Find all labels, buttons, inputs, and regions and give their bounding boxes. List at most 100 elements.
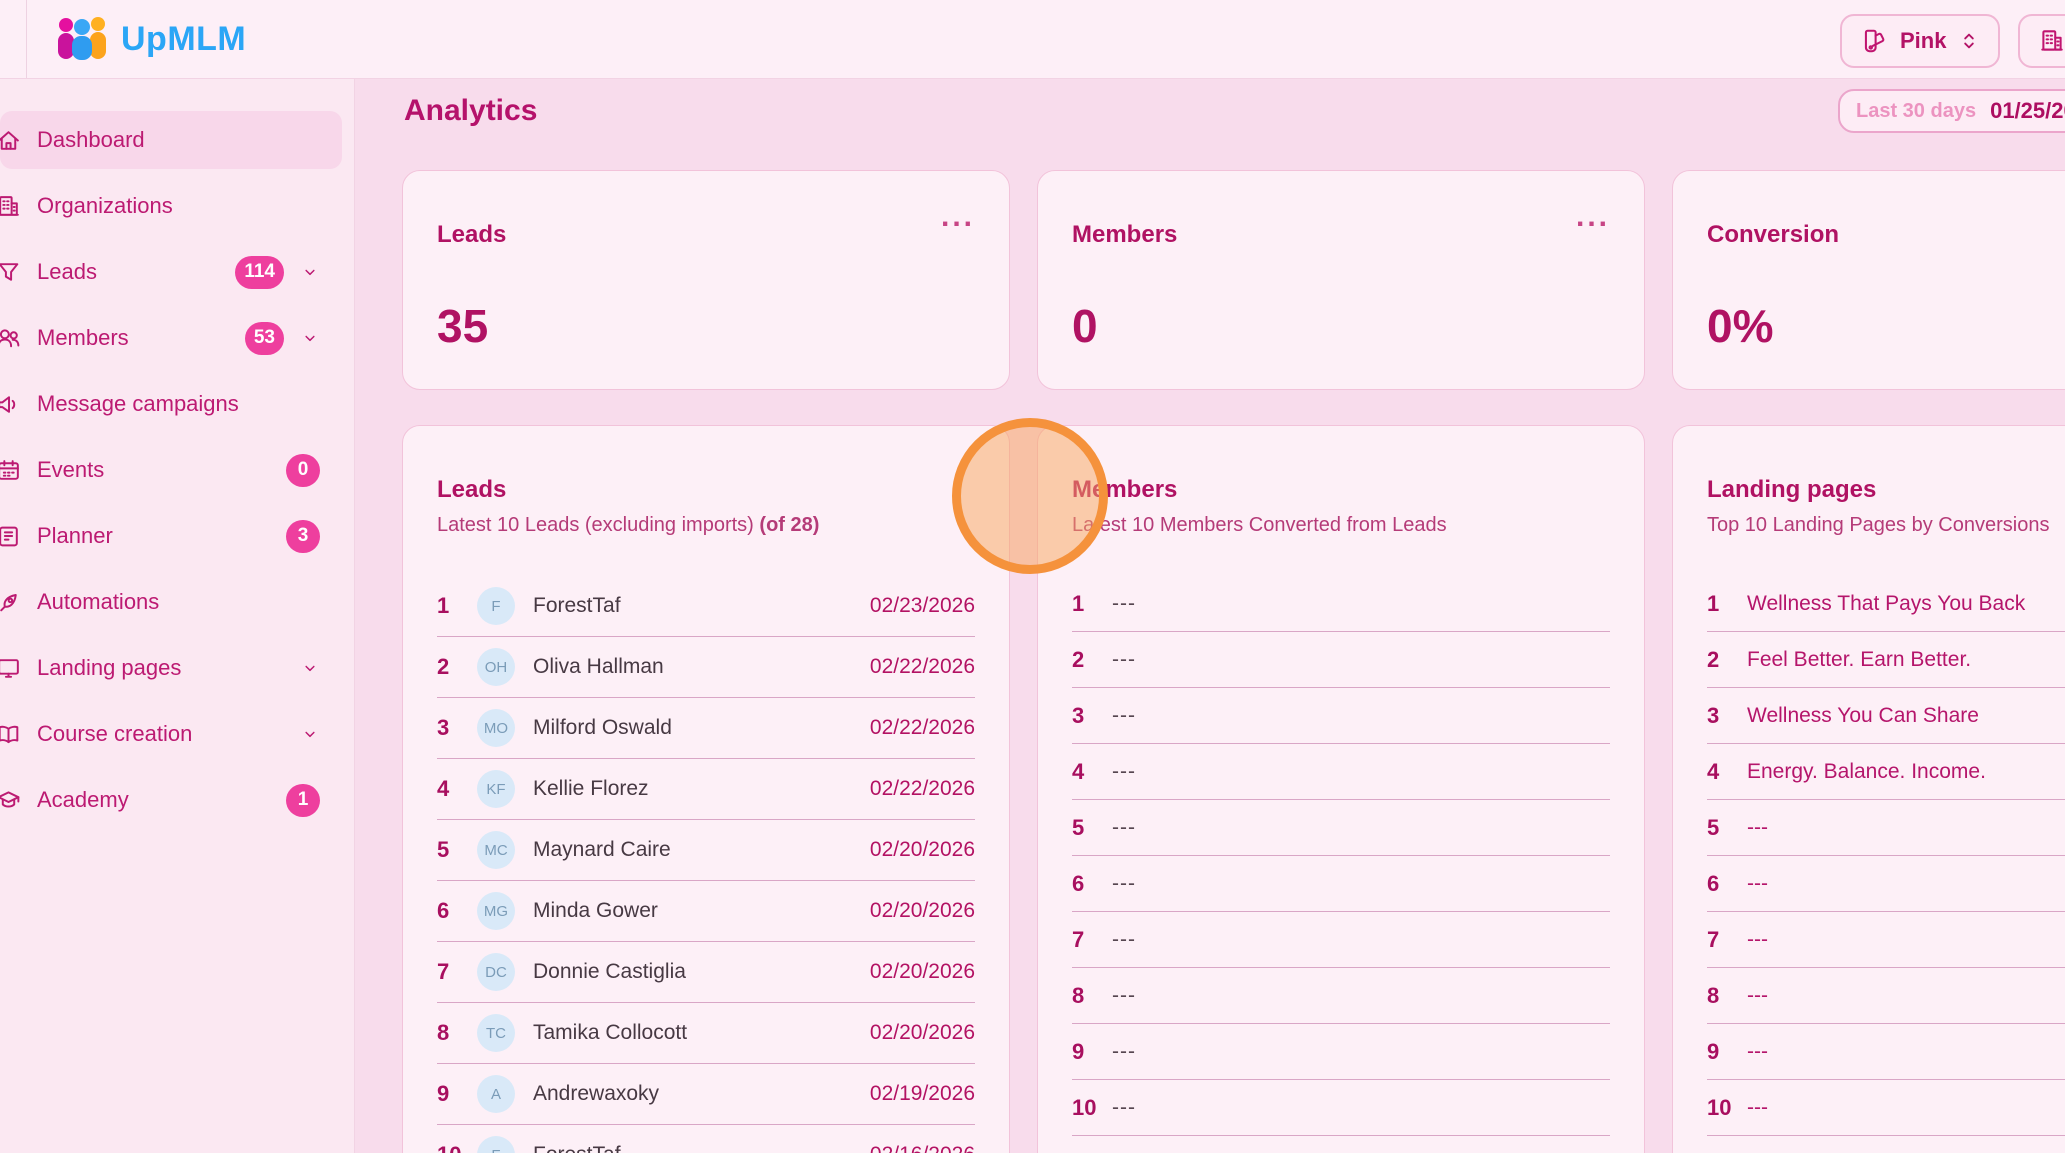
lead-name: Milford Oswald (533, 716, 672, 740)
building-icon (0, 193, 22, 220)
theme-select-value: Pink (1900, 28, 1946, 54)
member-row: 4--- (1072, 744, 1610, 800)
sidebar-item-automations[interactable]: Automations (0, 573, 342, 631)
landing-page-title[interactable]: Wellness You Can Share (1747, 704, 1979, 728)
avatar: F (477, 587, 515, 625)
lead-row[interactable]: 2OHOliva Hallman02/22/2026 (437, 637, 975, 698)
lead-row[interactable]: 9AAndrewaxoky02/19/2026 (437, 1064, 975, 1125)
row-number: 8 (437, 1020, 477, 1046)
row-number: 3 (1707, 703, 1747, 729)
home-icon (0, 127, 22, 154)
lead-row[interactable]: 6MGMinda Gower02/20/2026 (437, 881, 975, 942)
row-number: 6 (1707, 871, 1747, 897)
list-card-leads: LeadsLatest 10 Leads (excluding imports)… (402, 425, 1010, 1153)
lead-row[interactable]: 3MOMilford Oswald02/22/2026 (437, 698, 975, 759)
list-rows: 1---2---3---4---5---6---7---8---9---10--… (1072, 576, 1610, 1136)
landing-page-title[interactable]: --- (1747, 1096, 1768, 1120)
sidebar-item-events[interactable]: Events0 (0, 441, 342, 499)
member-row: 9--- (1072, 1024, 1610, 1080)
sidebar-item-label: Dashboard (37, 127, 320, 153)
row-number: 4 (437, 776, 477, 802)
lead-date: 02/20/2026 (870, 838, 975, 862)
list-rows: 1Wellness That Pays You Back2Feel Better… (1707, 576, 2065, 1136)
member-placeholder: --- (1112, 984, 1136, 1008)
sidebar-item-label: Planner (37, 523, 286, 549)
avatar: MC (477, 831, 515, 869)
avatar: OH (477, 648, 515, 686)
landing-page-row[interactable]: 2Feel Better. Earn Better. (1707, 632, 2065, 688)
sidebar-item-landing-pages[interactable]: Landing pages (0, 639, 342, 697)
header-actions: Pink U (1840, 14, 2065, 68)
row-number: 3 (1072, 703, 1112, 729)
app-logo[interactable]: UpMLM (55, 16, 246, 62)
date-range-preset: Last 30 days (1856, 100, 1976, 123)
landing-page-row[interactable]: 3Wellness You Can Share (1707, 688, 2065, 744)
chevron-down-icon[interactable] (300, 262, 320, 282)
sidebar-item-dashboard[interactable]: Dashboard (0, 111, 342, 169)
landing-page-row[interactable]: 8--- (1707, 968, 2065, 1024)
sidebar-item-members[interactable]: Members53 (0, 309, 342, 367)
landing-page-title[interactable]: --- (1747, 816, 1768, 840)
row-number: 4 (1072, 759, 1112, 785)
landing-page-title[interactable]: --- (1747, 928, 1768, 952)
row-number: 9 (437, 1081, 477, 1107)
member-placeholder: --- (1112, 816, 1136, 840)
landing-page-row[interactable]: 9--- (1707, 1024, 2065, 1080)
sidebar-item-message-campaigns[interactable]: Message campaigns (0, 375, 342, 433)
ellipsis-menu-icon[interactable]: ... (941, 207, 975, 227)
lead-row[interactable]: 10FForestTaf02/16/2026 (437, 1125, 975, 1153)
lead-row[interactable]: 5MCMaynard Caire02/20/2026 (437, 820, 975, 881)
member-placeholder: --- (1112, 1040, 1136, 1064)
row-number: 3 (437, 715, 477, 741)
stat-card-leads: Leads...35 (402, 170, 1010, 390)
landing-page-title[interactable]: --- (1747, 872, 1768, 896)
chevron-down-icon[interactable] (300, 658, 320, 678)
chevron-down-icon[interactable] (300, 328, 320, 348)
sidebar: Dashboard Organizations Leads114 Members53 M… (0, 79, 355, 1153)
landing-page-title[interactable]: --- (1747, 984, 1768, 1008)
chevron-down-icon[interactable] (300, 724, 320, 744)
landing-page-row[interactable]: 4Energy. Balance. Income. (1707, 744, 2065, 800)
row-number: 5 (1707, 815, 1747, 841)
sidebar-item-organizations[interactable]: Organizations (0, 177, 342, 235)
date-range-button[interactable]: Last 30 days 01/25/20 (1838, 89, 2065, 133)
lead-row[interactable]: 8TCTamika Collocott02/20/2026 (437, 1003, 975, 1064)
count-badge: 0 (286, 454, 320, 487)
landing-page-title[interactable]: --- (1747, 1040, 1768, 1064)
avatar: F (477, 1136, 515, 1153)
row-number: 2 (437, 654, 477, 680)
landing-page-title[interactable]: Wellness That Pays You Back (1747, 592, 2025, 616)
lead-row[interactable]: 1FForestTaf02/23/2026 (437, 576, 975, 637)
landing-page-row[interactable]: 7--- (1707, 912, 2065, 968)
sidebar-item-planner[interactable]: Planner3 (0, 507, 342, 565)
lead-date: 02/20/2026 (870, 899, 975, 923)
landing-page-title[interactable]: Energy. Balance. Income. (1747, 760, 1986, 784)
organization-button[interactable]: U (2018, 14, 2065, 68)
lead-name: Minda Gower (533, 899, 658, 923)
sidebar-item-label: Events (37, 457, 286, 483)
theme-select-button[interactable]: Pink (1840, 14, 2000, 68)
landing-page-row[interactable]: 5--- (1707, 800, 2065, 856)
landing-page-row[interactable]: 1Wellness That Pays You Back (1707, 576, 2065, 632)
landing-page-row[interactable]: 6--- (1707, 856, 2065, 912)
sidebar-item-academy[interactable]: Academy1 (0, 771, 342, 829)
avatar: DC (477, 953, 515, 991)
count-badge: 1 (286, 784, 320, 817)
landing-page-title[interactable]: Feel Better. Earn Better. (1747, 648, 1971, 672)
lead-date: 02/22/2026 (870, 655, 975, 679)
rocket-icon (0, 589, 22, 616)
lead-row[interactable]: 7DCDonnie Castiglia02/20/2026 (437, 942, 975, 1003)
row-number: 6 (437, 898, 477, 924)
book-icon (0, 721, 22, 748)
list-card-subtitle: Latest 10 Leads (excluding imports) (of … (437, 514, 819, 537)
landing-page-row[interactable]: 10--- (1707, 1080, 2065, 1136)
lead-row[interactable]: 4KFKellie Florez02/22/2026 (437, 759, 975, 820)
member-placeholder: --- (1112, 648, 1136, 672)
list-card-subtitle: Latest 10 Members Converted from Leads (1072, 514, 1447, 537)
row-number: 8 (1707, 983, 1747, 1009)
sidebar-item-leads[interactable]: Leads114 (0, 243, 342, 301)
row-number: 5 (437, 837, 477, 863)
lead-name: Kellie Florez (533, 777, 649, 801)
sidebar-item-course-creation[interactable]: Course creation (0, 705, 342, 763)
ellipsis-menu-icon[interactable]: ... (1576, 207, 1610, 227)
